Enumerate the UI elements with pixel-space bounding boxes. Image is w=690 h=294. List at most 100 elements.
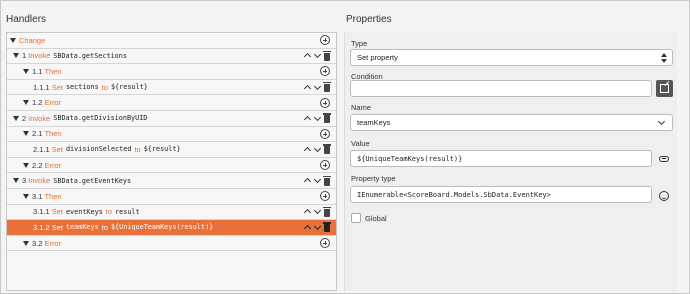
move-up-icon[interactable]	[304, 208, 311, 215]
tree-row-num: 2.2	[32, 160, 43, 170]
tree-row[interactable]: 1.1 Then	[7, 64, 336, 80]
move-down-icon[interactable]	[314, 115, 321, 122]
expand-triangle-icon[interactable]	[13, 53, 19, 59]
tree-row-code: SBData.getSections	[53, 51, 127, 60]
add-circle-icon[interactable]	[320, 191, 330, 202]
expand-triangle-icon[interactable]	[23, 68, 29, 74]
tree-row-code2: ${UniqueTeamKeys(result)}	[110, 223, 214, 232]
handler-editor-window: Handlers Properties Change 1 Invoke SBData.…	[0, 0, 690, 294]
select-arrows-icon	[661, 53, 667, 63]
tree-row-label: Change	[7, 33, 48, 48]
expand-triangle-icon[interactable]	[23, 100, 29, 106]
tree-row-to: to	[101, 222, 108, 232]
add-circle-icon[interactable]	[320, 128, 330, 139]
value-input[interactable]: ${UniqueTeamKeys(result)}	[350, 150, 652, 167]
open-editor-icon[interactable]	[656, 80, 673, 97]
tree-row-label: 3.1.1 Set eventKeys to result	[7, 205, 140, 220]
tree-row-code: sections	[65, 83, 99, 92]
tree-row[interactable]: 2.1 Then	[7, 127, 336, 143]
trash-icon[interactable]	[323, 175, 331, 186]
tree-row-num: 1.1.1	[33, 82, 50, 92]
move-down-icon[interactable]	[314, 84, 321, 91]
move-up-icon[interactable]	[304, 84, 311, 91]
move-down-icon[interactable]	[314, 177, 321, 184]
move-up-icon[interactable]	[304, 146, 311, 153]
tree-row-kw: Then	[44, 66, 62, 76]
tree-row[interactable]: 1.1.1 Set sections to ${result}	[7, 80, 336, 96]
tree-row-kw: Change	[19, 35, 46, 45]
row-controls	[304, 205, 331, 220]
tree-row[interactable]: 1.2 Error	[7, 95, 336, 111]
expand-triangle-icon[interactable]	[10, 37, 16, 43]
trash-icon[interactable]	[323, 222, 331, 233]
tree-row[interactable]: 2.2 Error	[7, 158, 336, 174]
tree-row-num: 3.2	[32, 238, 43, 248]
name-select[interactable]: teamKeys	[350, 114, 673, 131]
type-picker-icon[interactable]	[659, 191, 669, 201]
move-up-icon[interactable]	[304, 115, 311, 122]
global-label: Global	[365, 214, 387, 223]
tree-row-label: 2.1.1 Set divisionSelected to ${result}	[7, 142, 181, 157]
tree-row[interactable]: 2 Invoke SBData.getDivisionByUID	[7, 111, 336, 127]
add-circle-icon[interactable]	[320, 97, 330, 108]
move-up-icon[interactable]	[304, 52, 311, 59]
tree-row-kw: Then	[44, 129, 62, 139]
tree-row-label: 2.1 Then	[7, 127, 65, 142]
tree-row-kw: Invoke	[28, 51, 51, 61]
tree-row-num: 2.1.1	[33, 144, 50, 154]
move-down-icon[interactable]	[314, 208, 321, 215]
tree-row-code2: ${result}	[143, 145, 181, 154]
expand-triangle-icon[interactable]	[23, 131, 29, 137]
tree-row-kw: Invoke	[28, 176, 51, 186]
tree-row-code: teamKeys	[65, 223, 99, 232]
add-circle-icon[interactable]	[320, 160, 330, 171]
move-down-icon[interactable]	[314, 52, 321, 59]
tree-row[interactable]: 1 Invoke SBData.getSections	[7, 49, 336, 65]
type-select-value: Set property	[357, 53, 398, 62]
add-circle-icon[interactable]	[320, 66, 330, 77]
add-circle-icon[interactable]	[320, 35, 330, 46]
type-label: Type	[351, 39, 368, 48]
condition-input[interactable]	[350, 80, 652, 97]
tree-row-num: 2.1	[32, 129, 43, 139]
property-type-input[interactable]: IEnumerable<ScoreBoard.Models.SbData.Eve…	[350, 186, 652, 203]
tree-row-label: 1.2 Error	[7, 95, 64, 110]
tree-row-label: 3.1.2 Set teamKeys to ${UniqueTeamKeys(resul…	[7, 220, 213, 235]
row-controls	[320, 158, 330, 173]
tree-row-code: SBData.getEventKeys	[53, 176, 132, 185]
type-select[interactable]: Set property	[350, 49, 673, 66]
move-down-icon[interactable]	[314, 146, 321, 153]
move-up-icon[interactable]	[304, 224, 311, 231]
link-icon[interactable]	[659, 156, 669, 162]
tree-row[interactable]: Change	[7, 33, 336, 49]
tree-row[interactable]: 3 Invoke SBData.getEventKeys	[7, 173, 336, 189]
add-circle-icon[interactable]	[320, 238, 330, 249]
row-controls	[320, 236, 330, 251]
tree-row-num: 3.1.2	[33, 222, 50, 232]
expand-triangle-icon[interactable]	[13, 178, 19, 184]
tree-row[interactable]: 3.1.1 Set eventKeys to result	[7, 205, 336, 221]
tree-row[interactable]: 3.1.2 Set teamKeys to ${UniqueTeamKeys(resul…	[7, 220, 336, 236]
tree-row-num: 1.1	[32, 66, 43, 76]
tree-row[interactable]: 2.1.1 Set divisionSelected to ${result}	[7, 142, 336, 158]
tree-row[interactable]: 3.1 Then	[7, 189, 336, 205]
tree-row-num: 2	[22, 113, 27, 123]
global-checkbox[interactable]	[351, 213, 361, 223]
trash-icon[interactable]	[323, 82, 331, 93]
trash-icon[interactable]	[323, 50, 331, 61]
move-up-icon[interactable]	[304, 177, 311, 184]
tree-row-num: 1	[22, 51, 27, 61]
tree-row-code2: result	[115, 207, 140, 216]
tree-row-label: 1.1 Then	[7, 64, 65, 79]
tree-row[interactable]: 3.2 Error	[7, 236, 336, 252]
expand-triangle-icon[interactable]	[13, 115, 19, 121]
row-controls	[304, 80, 331, 95]
trash-icon[interactable]	[323, 113, 331, 124]
expand-triangle-icon[interactable]	[23, 240, 29, 246]
name-select-value: teamKeys	[357, 118, 391, 127]
move-down-icon[interactable]	[314, 224, 321, 231]
trash-icon[interactable]	[323, 144, 331, 155]
expand-triangle-icon[interactable]	[23, 193, 29, 199]
trash-icon[interactable]	[323, 206, 331, 217]
expand-triangle-icon[interactable]	[23, 162, 29, 168]
